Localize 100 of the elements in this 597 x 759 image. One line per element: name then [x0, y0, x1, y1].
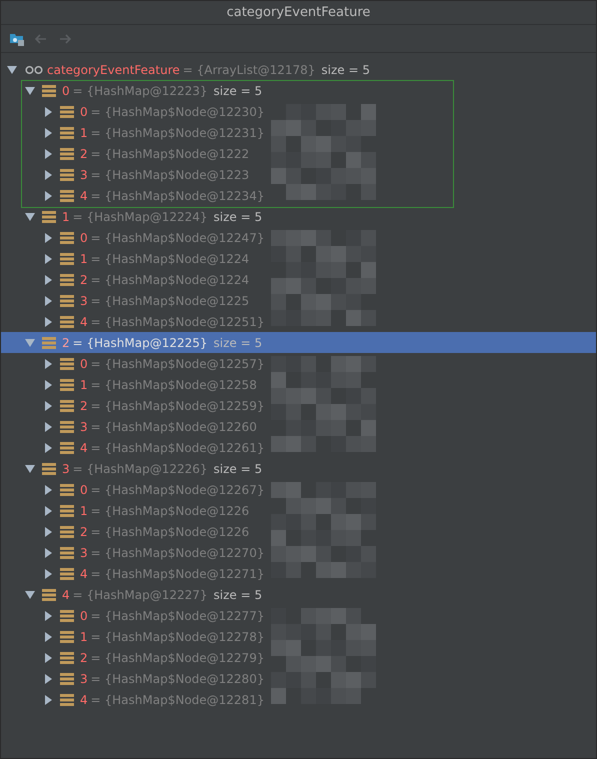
collapse-arrow-icon[interactable]: [25, 338, 35, 348]
node-reference: = {HashMap$Node@12231}: [90, 124, 264, 142]
node-reference: = {HashMap$Node@12279}: [90, 650, 264, 666]
list-icon: [60, 378, 74, 390]
tree-row[interactable]: 0 = {HashMap@12223} size = 5: [1, 80, 596, 101]
node-reference: = {HashMap$Node@1224: [90, 250, 250, 268]
node-reference: = {HashMap$Node@12261}: [90, 440, 264, 456]
node-reference: = {HashMap$Node@12267}: [90, 482, 264, 498]
map-reference: = {HashMap@12224}: [72, 208, 208, 226]
list-icon: [60, 526, 74, 538]
list-icon: [60, 358, 74, 370]
list-icon: [60, 694, 74, 706]
index-label: 0: [80, 482, 88, 498]
size-label: size = 5: [321, 62, 370, 78]
index-label: 2: [80, 272, 88, 288]
collapse-arrow-icon[interactable]: [7, 64, 17, 74]
collapse-arrow-icon[interactable]: [25, 86, 35, 96]
list-icon: [60, 484, 74, 496]
expand-arrow-icon[interactable]: [43, 190, 53, 200]
index-label: 2: [80, 524, 88, 540]
expand-arrow-icon[interactable]: [43, 254, 53, 264]
index-label: 0: [80, 104, 88, 120]
index-label: 2: [80, 398, 88, 414]
index-label: 3: [80, 544, 88, 562]
node-reference: = {HashMap$Node@12271}: [90, 566, 264, 582]
expand-arrow-icon[interactable]: [43, 380, 53, 390]
expand-arrow-icon[interactable]: [43, 170, 53, 180]
expand-arrow-icon[interactable]: [43, 548, 53, 558]
list-icon: [42, 462, 56, 474]
node-reference: = {HashMap$Node@12247}: [90, 230, 264, 246]
index-label: 3: [62, 460, 70, 478]
node-reference: = {HashMap$Node@12259}: [90, 398, 264, 414]
expand-arrow-icon[interactable]: [43, 232, 53, 242]
size-label: size = 5: [214, 82, 262, 100]
variable-type: = {ArrayList@12178}: [182, 62, 316, 78]
index-label: 4: [62, 586, 70, 604]
node-reference: = {HashMap$Node@1226: [90, 524, 250, 540]
node-reference: = {HashMap$Node@12230}: [90, 104, 264, 120]
expand-arrow-icon[interactable]: [43, 316, 53, 326]
list-icon: [60, 630, 74, 642]
list-icon: [60, 232, 74, 244]
list-icon: [60, 126, 74, 138]
expand-arrow-icon[interactable]: [43, 652, 53, 662]
expand-arrow-icon[interactable]: [43, 442, 53, 452]
list-icon: [60, 168, 74, 180]
list-icon: [60, 148, 74, 160]
expand-arrow-icon[interactable]: [43, 610, 53, 620]
node-reference: = {HashMap$Node@12278}: [90, 628, 264, 646]
list-icon: [42, 84, 56, 96]
map-reference: = {HashMap@12225}: [72, 334, 208, 352]
expand-arrow-icon[interactable]: [43, 358, 53, 368]
expand-arrow-icon[interactable]: [43, 568, 53, 578]
variable-name: categoryEventFeature: [47, 62, 180, 78]
size-label: size = 5: [214, 208, 262, 226]
expand-arrow-icon[interactable]: [43, 632, 53, 642]
expand-arrow-icon[interactable]: [43, 400, 53, 410]
index-label: 1: [80, 376, 88, 394]
expand-arrow-icon[interactable]: [43, 148, 53, 158]
list-icon: [60, 316, 74, 328]
node-reference: = {HashMap$Node@1224: [90, 272, 250, 288]
index-label: 3: [80, 418, 88, 436]
list-icon: [60, 400, 74, 412]
index-label: 4: [80, 314, 88, 330]
list-icon: [60, 294, 74, 306]
tree-row[interactable]: 4 = {HashMap@12227} size = 5: [1, 584, 596, 605]
expand-arrow-icon[interactable]: [43, 694, 53, 704]
tree-row[interactable]: 2 = {HashMap@12225} size = 5: [1, 332, 596, 353]
index-label: 1: [80, 124, 88, 142]
expand-arrow-icon[interactable]: [43, 484, 53, 494]
expand-arrow-icon[interactable]: [43, 674, 53, 684]
list-icon: [60, 546, 74, 558]
map-reference: = {HashMap@12223}: [72, 82, 208, 100]
index-label: 0: [62, 82, 70, 100]
expand-arrow-icon[interactable]: [43, 526, 53, 536]
index-label: 4: [80, 566, 88, 582]
node-reference: = {HashMap$Node@1225: [90, 292, 250, 310]
tree-row[interactable]: 3 = {HashMap@12226} size = 5: [1, 458, 596, 479]
expand-arrow-icon[interactable]: [43, 296, 53, 306]
node-reference: = {HashMap$Node@12234}: [90, 188, 264, 204]
tree-row[interactable]: 1 = {HashMap@12224} size = 5: [1, 206, 596, 227]
node-reference: = {HashMap$Node@12251}: [90, 314, 264, 330]
collapse-arrow-icon[interactable]: [25, 590, 35, 600]
list-icon: [42, 210, 56, 222]
expand-arrow-icon[interactable]: [43, 422, 53, 432]
size-label: size = 5: [214, 334, 262, 352]
node-reference: = {HashMap$Node@12260: [90, 418, 257, 436]
expand-arrow-icon[interactable]: [43, 106, 53, 116]
collapse-arrow-icon[interactable]: [25, 464, 35, 474]
index-label: 4: [80, 692, 88, 708]
node-reference: = {HashMap$Node@12280}: [90, 670, 264, 688]
list-icon: [42, 588, 56, 600]
node-reference: = {HashMap$Node@1222: [90, 146, 250, 162]
expand-arrow-icon[interactable]: [43, 274, 53, 284]
list-icon: [60, 672, 74, 684]
collapse-arrow-icon[interactable]: [25, 212, 35, 222]
expand-arrow-icon[interactable]: [43, 506, 53, 516]
list-icon: [60, 252, 74, 264]
index-label: 1: [80, 502, 88, 520]
index-label: 4: [80, 440, 88, 456]
expand-arrow-icon[interactable]: [43, 128, 53, 138]
